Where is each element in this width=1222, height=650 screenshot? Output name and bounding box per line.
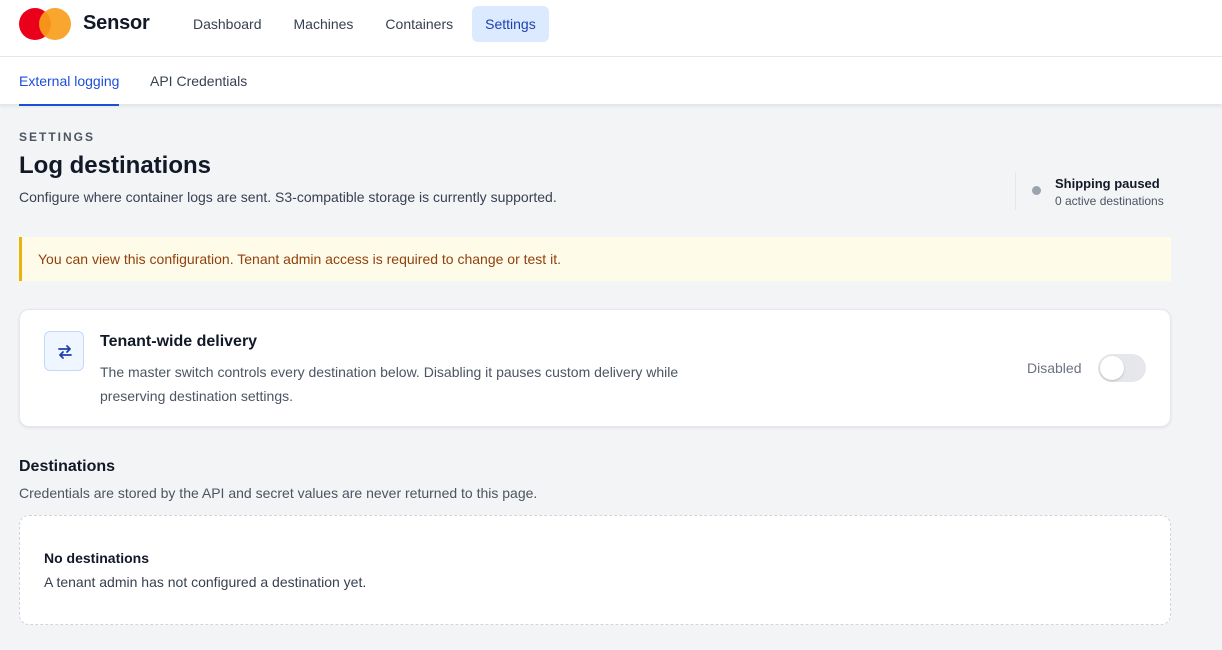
tenant-delivery-toggle[interactable] xyxy=(1098,354,1146,382)
settings-subtabs: External logging API Credentials xyxy=(0,57,1222,106)
destinations-title: Destinations xyxy=(19,458,116,475)
tenant-delivery-title: Tenant-wide delivery xyxy=(100,333,258,350)
shipping-status: Shipping paused 0 active destinations xyxy=(1015,172,1175,210)
brand-logo-icon[interactable] xyxy=(19,8,71,40)
status-detail: 0 active destinations xyxy=(1055,194,1164,208)
toggle-knob xyxy=(1100,356,1124,380)
tab-external-logging[interactable]: External logging xyxy=(19,57,120,106)
nav-item-settings[interactable]: Settings xyxy=(472,6,549,42)
top-navigation-bar: Sensor Dashboard Machines Containers Set… xyxy=(0,0,1222,57)
empty-state-text: A tenant admin has not configured a dest… xyxy=(44,574,367,590)
destinations-subtitle: Credentials are stored by the API and se… xyxy=(19,485,538,501)
page-eyebrow: SETTINGS xyxy=(19,130,96,144)
swap-arrows-icon xyxy=(44,331,84,371)
main-nav: Dashboard Machines Containers Settings xyxy=(180,6,555,42)
tenant-delivery-description: The master switch controls every destina… xyxy=(100,364,679,404)
nav-item-containers[interactable]: Containers xyxy=(372,6,466,42)
page-title: Log destinations xyxy=(19,152,211,179)
permission-notice: You can view this configuration. Tenant … xyxy=(19,237,1171,281)
status-title: Shipping paused xyxy=(1055,176,1160,191)
status-dot-icon xyxy=(1032,186,1041,195)
nav-item-dashboard[interactable]: Dashboard xyxy=(180,6,275,42)
tab-api-credentials[interactable]: API Credentials xyxy=(150,57,247,105)
brand-name[interactable]: Sensor xyxy=(83,12,150,35)
delivery-state-label: Disabled xyxy=(1027,360,1082,376)
nav-item-machines[interactable]: Machines xyxy=(281,6,367,42)
empty-state-title: No destinations xyxy=(44,550,150,566)
tenant-delivery-card: Tenant-wide delivery The master switch c… xyxy=(19,309,1171,427)
destinations-empty-state: No destinations A tenant admin has not c… xyxy=(19,515,1171,625)
page-subtitle: Configure where container logs are sent.… xyxy=(19,189,557,205)
logo-orange-circle xyxy=(39,8,71,40)
